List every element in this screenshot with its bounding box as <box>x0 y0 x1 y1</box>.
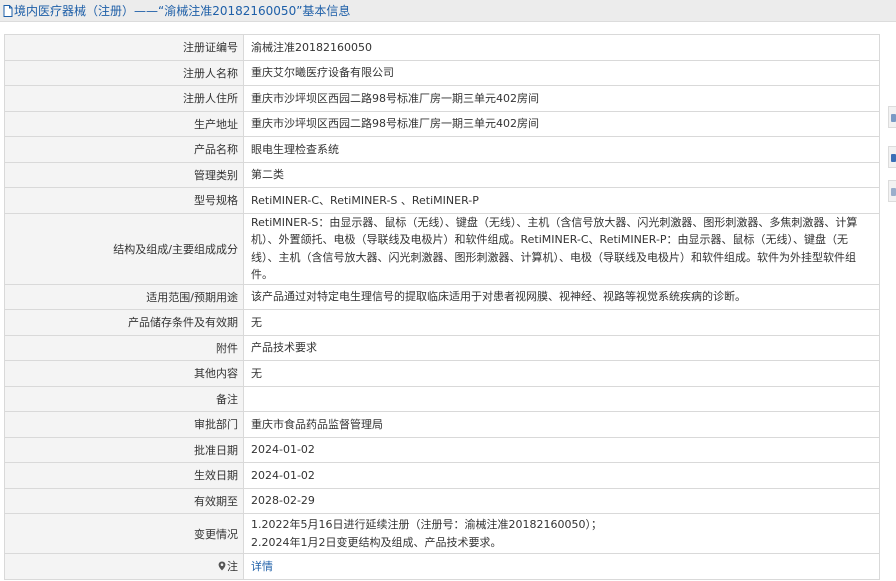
row-label: 注 <box>227 560 238 574</box>
row-label: 备注 <box>4 385 244 412</box>
basic-info-table: 注册证编号 渝械注准20182160050 注册人名称 重庆艾尔曦医疗设备有限公… <box>4 34 880 580</box>
table-row: 其他内容 无 <box>4 360 880 387</box>
page-header: 境内医疗器械（注册）——“渝械注准20182160050”基本信息 <box>0 0 896 22</box>
row-label: 适用范围/预期用途 <box>4 283 244 310</box>
table-row: 注册证编号 渝械注准20182160050 <box>4 34 880 61</box>
row-label: 批准日期 <box>4 436 244 463</box>
table-row: 备注 <box>4 385 880 412</box>
row-label: 注册人住所 <box>4 85 244 112</box>
other-content-value: 无 <box>243 360 880 387</box>
table-row: 注册人住所 重庆市沙坪坝区西园二路98号标准厂房一期三单元402房间 <box>4 85 880 112</box>
table-row: 有效期至 2028-02-29 <box>4 487 880 514</box>
row-label: 管理类别 <box>4 161 244 188</box>
side-toolbar-button[interactable] <box>888 106 896 128</box>
table-row: 生产地址 重庆市沙坪坝区西园二路98号标准厂房一期三单元402房间 <box>4 110 880 137</box>
table-row: 附件 产品技术要求 <box>4 334 880 361</box>
approval-date-value: 2024-01-02 <box>243 436 880 463</box>
remarks-value <box>243 385 880 412</box>
table-row: 审批部门 重庆市食品药品监督管理局 <box>4 411 880 438</box>
model-spec-value: RetiMINER-C、RetiMINER-S 、RetiMINER-P <box>243 187 880 214</box>
page-title: 境内医疗器械（注册）——“渝械注准20182160050”基本信息 <box>14 4 351 18</box>
storage-validity-value: 无 <box>243 309 880 336</box>
details-link[interactable]: 详情 <box>251 560 273 573</box>
row-label: 产品名称 <box>4 136 244 163</box>
table-row: 产品名称 眼电生理检查系统 <box>4 136 880 163</box>
row-label: 注册人名称 <box>4 59 244 86</box>
side-toolbar-button[interactable] <box>888 146 896 168</box>
approval-department-value: 重庆市食品药品监督管理局 <box>243 411 880 438</box>
row-label: 产品储存条件及有效期 <box>4 309 244 336</box>
intended-use-value: 该产品通过对特定电生理信号的提取临床适用于对患者视网膜、视神经、视路等视觉系统疾… <box>243 283 880 310</box>
row-label: 其他内容 <box>4 360 244 387</box>
product-name-value: 眼电生理检查系统 <box>243 136 880 163</box>
table-row: 变更情况 1.2022年5月16日进行延续注册（注册号：渝械注准20182160… <box>4 513 880 554</box>
effective-date-value: 2024-01-02 <box>243 462 880 489</box>
row-label: 附件 <box>4 334 244 361</box>
table-row: 产品储存条件及有效期 无 <box>4 309 880 336</box>
document-icon <box>3 4 13 17</box>
table-row: 批准日期 2024-01-02 <box>4 436 880 463</box>
row-label: 审批部门 <box>4 411 244 438</box>
management-category-value: 第二类 <box>243 161 880 188</box>
table-row: 型号规格 RetiMINER-C、RetiMINER-S 、RetiMINER-… <box>4 187 880 214</box>
change-history-value: 1.2022年5月16日进行延续注册（注册号：渝械注准20182160050）；… <box>243 513 880 554</box>
row-label: 生效日期 <box>4 462 244 489</box>
row-label: 生产地址 <box>4 110 244 137</box>
registrant-name-value: 重庆艾尔曦医疗设备有限公司 <box>243 59 880 86</box>
structure-composition-value: RetiMINER-S：由显示器、鼠标（无线）、键盘（无线）、主机（含信号放大器… <box>243 212 880 285</box>
table-row: 管理类别 第二类 <box>4 161 880 188</box>
row-label: 变更情况 <box>4 513 244 554</box>
table-row: 生效日期 2024-01-02 <box>4 462 880 489</box>
table-row: 适用范围/预期用途 该产品通过对特定电生理信号的提取临床适用于对患者视网膜、视神… <box>4 283 880 310</box>
row-label: 结构及组成/主要组成成分 <box>4 212 244 285</box>
registration-number-value: 渝械注准20182160050 <box>243 34 880 61</box>
production-address-value: 重庆市沙坪坝区西园二路98号标准厂房一期三单元402房间 <box>243 110 880 137</box>
side-toolbar-button[interactable] <box>888 180 896 202</box>
registrant-address-value: 重庆市沙坪坝区西园二路98号标准厂房一期三单元402房间 <box>243 85 880 112</box>
location-pin-icon <box>218 561 226 571</box>
table-row: 注 详情 <box>4 553 880 580</box>
table-row: 结构及组成/主要组成成分 RetiMINER-S：由显示器、鼠标（无线）、键盘（… <box>4 212 880 285</box>
valid-until-value: 2028-02-29 <box>243 487 880 514</box>
row-label: 型号规格 <box>4 187 244 214</box>
change-line: 2.2024年1月2日变更结构及组成、产品技术要求。 <box>251 535 502 549</box>
row-label: 有效期至 <box>4 487 244 514</box>
row-label: 注册证编号 <box>4 34 244 61</box>
attachment-value: 产品技术要求 <box>243 334 880 361</box>
table-row: 注册人名称 重庆艾尔曦医疗设备有限公司 <box>4 59 880 86</box>
note-value: 详情 <box>243 553 880 580</box>
change-line: 1.2022年5月16日进行延续注册（注册号：渝械注准20182160050）； <box>251 518 602 531</box>
note-label: 注 <box>4 553 244 580</box>
